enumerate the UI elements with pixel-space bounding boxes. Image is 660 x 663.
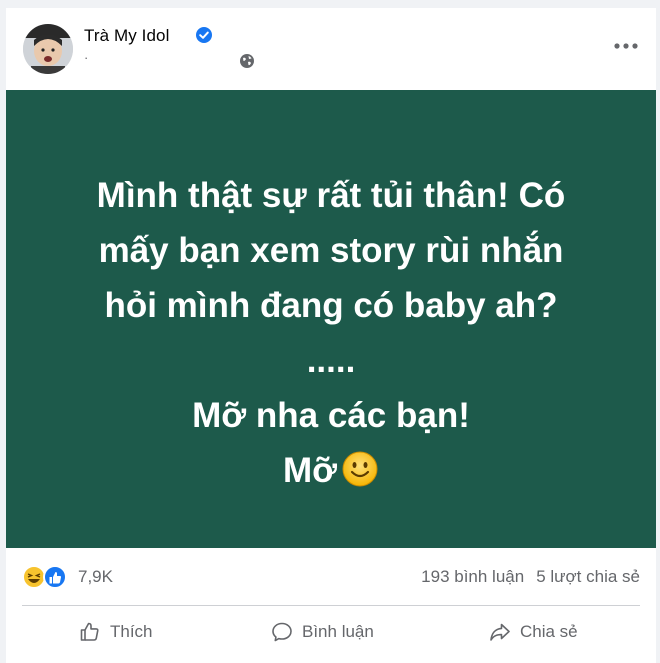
haha-icon [22,565,46,589]
post-card: Trà My Idol · Mình thật sự rất tủi thân!… [6,8,656,663]
comment-icon [272,622,292,642]
reaction-count[interactable]: 7,9K [78,567,113,587]
comment-button[interactable]: Bình luận [270,612,374,652]
share-label: Chia sẻ [520,622,578,641]
share-count[interactable]: 5 lượt chia sẻ [536,567,640,586]
post-header: Trà My Idol · [6,8,656,88]
avatar-image [23,24,73,74]
share-arrow-icon [490,623,510,641]
post-actions: Thích Bình luận Chia sẻ [6,612,656,652]
smiley-emoji-icon [342,451,378,487]
post-content: Mình thật sự rất tủi thân! Có mấy bạn xe… [6,90,656,548]
like-label: Thích [110,622,153,641]
post-text-line: hỏi mình đang có baby ah? [104,286,558,325]
post-text-line: ..... [306,341,356,380]
like-button[interactable]: Thích [78,612,153,652]
post-time[interactable]: · [84,50,88,70]
thumbs-up-icon [80,622,99,641]
post-text-line: mấy bạn xem story rùi nhắn [98,231,564,270]
author-name[interactable]: Trà My Idol [84,26,170,46]
avatar[interactable] [23,24,73,74]
engagement-counts: 193 bình luận 5 lượt chia sẻ [409,567,640,587]
like-icon [43,565,67,589]
post-text: Mình thật sự rất tủi thân! Có mấy bạn xe… [6,168,656,498]
post-text-last-line: Mỡ [6,443,656,498]
reaction-icons[interactable] [22,564,70,590]
share-button[interactable]: Chia sẻ [488,612,578,652]
comment-label: Bình luận [302,622,374,641]
post-text-line: Mình thật sự rất tủi thân! Có [96,176,566,215]
divider [22,605,640,606]
post-stats: 7,9K 193 bình luận 5 lượt chia sẻ [6,556,656,596]
post-text-line: Mỡ [282,451,338,490]
globe-icon [240,54,254,68]
more-options-icon[interactable] [610,36,642,56]
post-text-line: Mỡ nha các bạn! [192,396,470,435]
verified-badge-icon [196,27,212,43]
comment-count[interactable]: 193 bình luận [421,567,524,586]
